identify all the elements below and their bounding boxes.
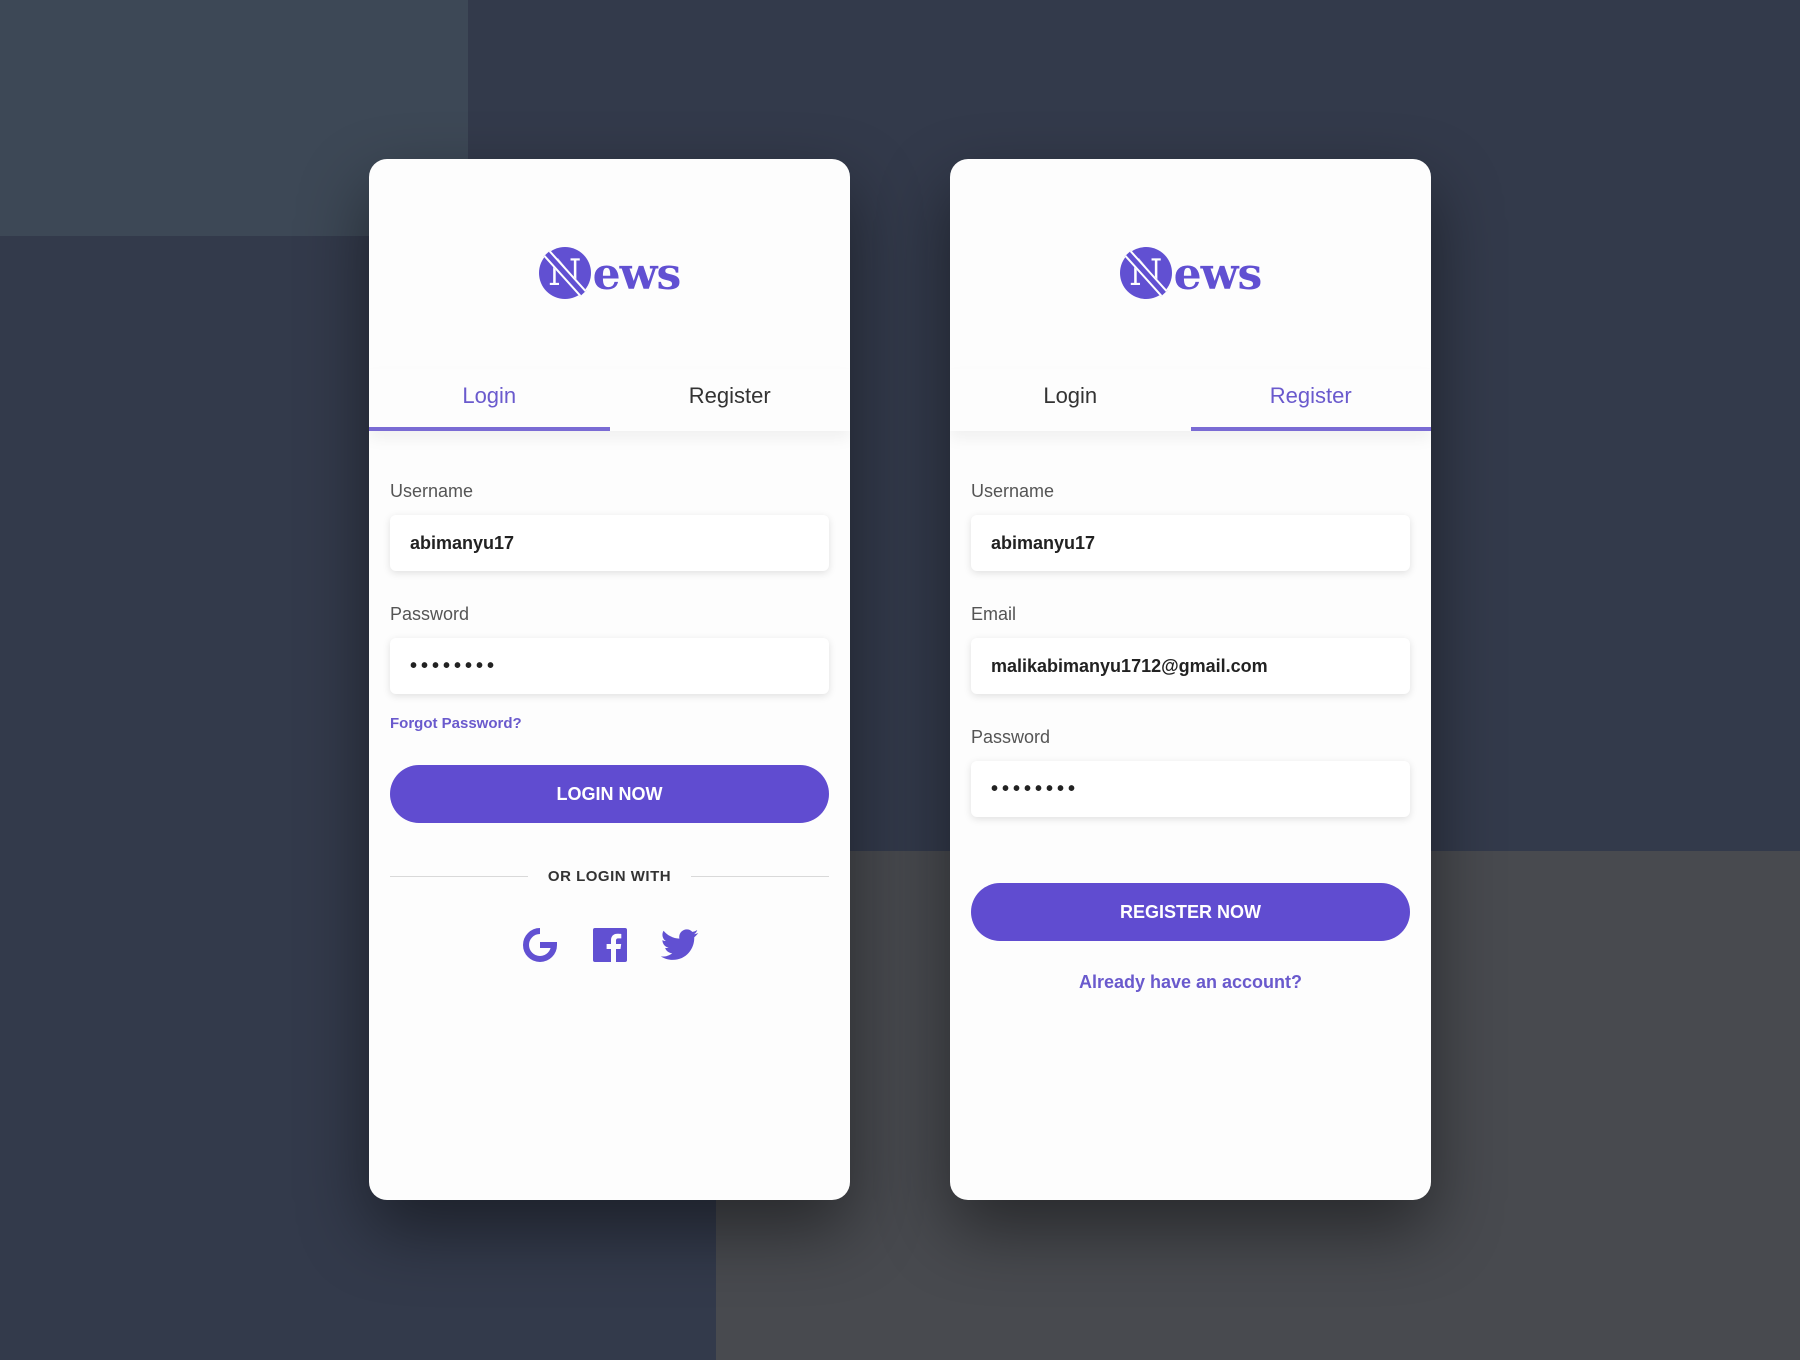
twitter-icon[interactable] (660, 926, 699, 964)
username-label: Username (971, 481, 1055, 501)
logo-word: ews (1173, 249, 1263, 300)
tab-register[interactable]: Register (1190, 369, 1431, 431)
password-label: Password (390, 604, 470, 624)
tab-login[interactable]: Login (950, 369, 1191, 431)
email-input[interactable]: malikabimanyu1712@gmail.com (971, 638, 1410, 694)
password-label: Password (971, 727, 1051, 747)
tab-register[interactable]: Register (610, 369, 851, 431)
logo-mark-icon: N (1119, 247, 1172, 299)
news-logo: N ews (950, 243, 1431, 303)
auth-tabs: Login Register (369, 369, 850, 431)
logo-word: ews (592, 249, 682, 300)
divider-line-left (390, 875, 528, 877)
register-now-button[interactable]: REGISTER NOW (971, 883, 1410, 941)
social-login-row (369, 926, 850, 964)
username-label: Username (390, 481, 474, 501)
email-label: Email (971, 604, 1017, 624)
username-input[interactable]: abimanyu17 (971, 515, 1410, 571)
login-now-button[interactable]: LOGIN NOW (390, 765, 829, 823)
username-input[interactable]: abimanyu17 (390, 515, 829, 571)
login-card: N ews Login Register Username abimanyu17… (369, 159, 850, 1200)
or-login-with-divider: OR LOGIN WITH (390, 866, 829, 886)
google-icon[interactable] (521, 926, 559, 964)
forgot-password-link[interactable]: Forgot Password? (390, 715, 522, 732)
divider-line-right (691, 875, 829, 877)
register-card: N ews Login Register Username abimanyu17… (950, 159, 1431, 1200)
divider-text: OR LOGIN WITH (547, 867, 672, 885)
password-input[interactable]: •••••••• (971, 761, 1410, 817)
logo-letter: N (548, 252, 582, 294)
news-logo: N ews (369, 243, 850, 303)
logo-mark-icon: N (538, 247, 591, 299)
logo-letter: N (1129, 252, 1163, 294)
tab-login[interactable]: Login (369, 369, 610, 431)
already-have-account-link[interactable]: Already have an account? (950, 972, 1431, 993)
auth-tabs: Login Register (950, 369, 1431, 431)
facebook-icon[interactable] (591, 926, 629, 964)
password-input[interactable]: •••••••• (390, 638, 829, 694)
